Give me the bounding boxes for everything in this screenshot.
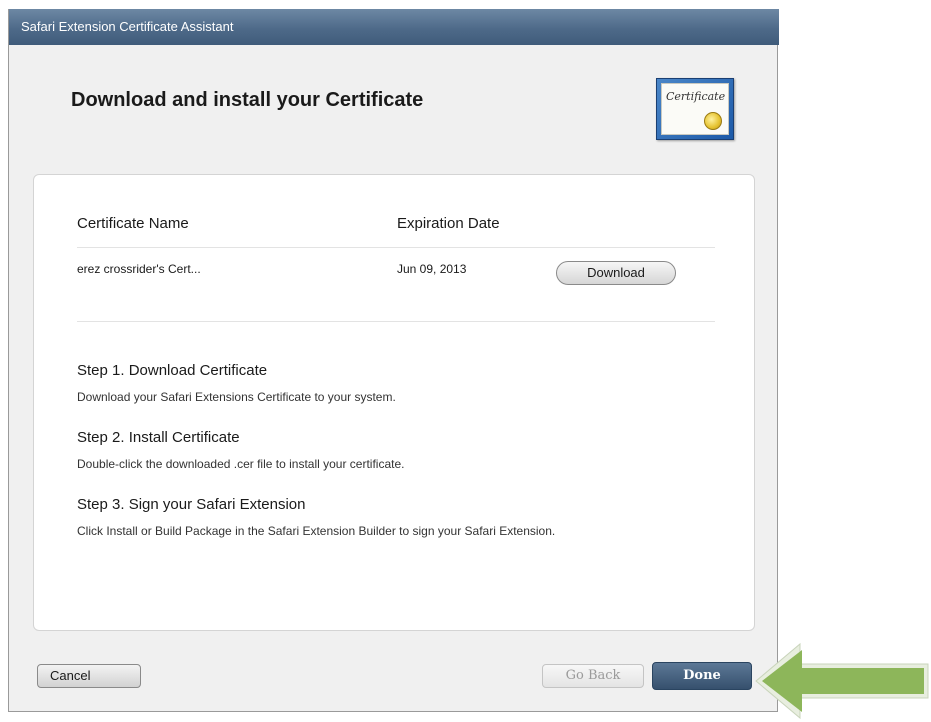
seal-icon: [704, 112, 722, 130]
step-2-title: Step 2. Install Certificate: [77, 429, 240, 446]
expiration-date-cell: Jun 09, 2013: [397, 262, 467, 276]
step-1-description: Download your Safari Extensions Certific…: [77, 390, 396, 404]
certificate-name-cell: erez crossrider's Cert...: [77, 262, 201, 276]
cancel-button[interactable]: Cancel: [37, 664, 141, 688]
go-back-button[interactable]: Go Back: [542, 664, 644, 688]
assistant-window: Safari Extension Certificate Assistant D…: [8, 9, 779, 712]
window-title: Safari Extension Certificate Assistant: [21, 19, 234, 34]
table-header-divider: [77, 247, 715, 248]
done-button[interactable]: Done: [652, 662, 752, 690]
step-3-description: Click Install or Build Package in the Sa…: [77, 524, 556, 538]
certificate-icon-text: Certificate: [666, 90, 726, 103]
download-button[interactable]: Download: [556, 261, 676, 285]
step-1-title: Step 1. Download Certificate: [77, 362, 268, 379]
table-divider: [77, 321, 715, 322]
window-titlebar: Safari Extension Certificate Assistant: [9, 9, 779, 45]
step-3-title: Step 3. Sign your Safari Extension: [77, 496, 306, 513]
step-2-description: Double-click the downloaded .cer file to…: [77, 457, 405, 471]
column-header-expiration-date: Expiration Date: [397, 215, 500, 232]
content-panel: Certificate Name Expiration Date erez cr…: [33, 174, 755, 631]
page-title: Download and install your Certificate: [71, 89, 424, 111]
certificate-icon: Certificate: [656, 78, 734, 140]
arrow-left-icon: [755, 642, 929, 720]
column-header-certificate-name: Certificate Name: [77, 215, 189, 232]
